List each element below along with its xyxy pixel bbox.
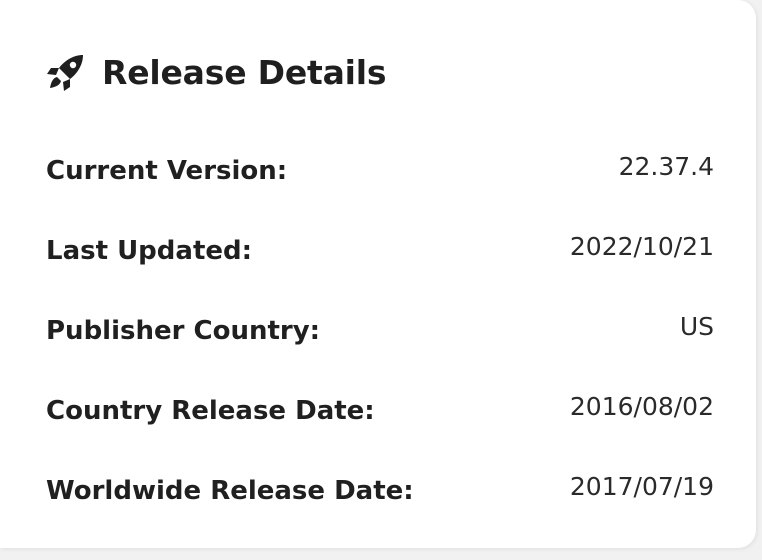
detail-value: 22.37.4 bbox=[618, 152, 714, 181]
detail-row-publisher-country: Publisher Country: US bbox=[46, 306, 714, 386]
detail-label: Country Release Date: bbox=[46, 396, 375, 426]
detail-value: US bbox=[679, 312, 714, 341]
detail-row-current-version: Current Version: 22.37.4 bbox=[46, 146, 714, 226]
detail-row-last-updated: Last Updated: 2022/10/21 bbox=[46, 226, 714, 306]
detail-label: Publisher Country: bbox=[46, 316, 321, 346]
detail-label: Current Version: bbox=[46, 156, 288, 186]
detail-label: Worldwide Release Date: bbox=[46, 476, 414, 506]
panel-title: Release Details bbox=[102, 52, 387, 92]
detail-value: 2017/07/19 bbox=[569, 472, 714, 501]
rocket-icon bbox=[47, 55, 83, 91]
detail-value: 2022/10/21 bbox=[569, 232, 714, 261]
detail-label: Last Updated: bbox=[46, 236, 253, 266]
detail-row-country-release-date: Country Release Date: 2016/08/02 bbox=[46, 386, 714, 466]
release-details-card: Release Details Current Version: 22.37.4… bbox=[0, 0, 756, 548]
card-header: Release Details bbox=[46, 50, 387, 94]
detail-row-worldwide-release-date: Worldwide Release Date: 2017/07/19 bbox=[46, 466, 714, 546]
detail-value: 2016/08/02 bbox=[569, 392, 714, 421]
details-list: Current Version: 22.37.4 Last Updated: 2… bbox=[46, 146, 714, 546]
